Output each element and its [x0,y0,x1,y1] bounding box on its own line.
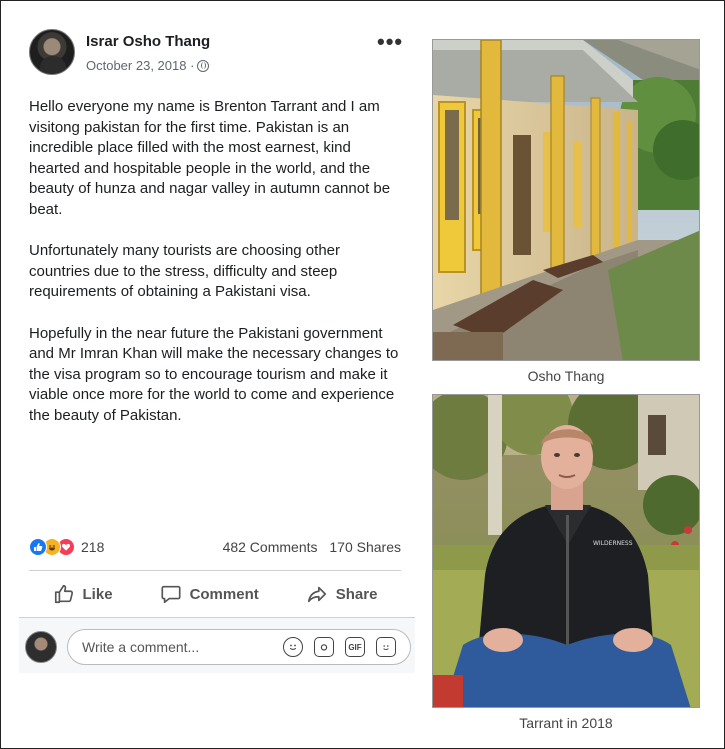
like-button[interactable]: Like [53,583,113,605]
globe-icon [197,59,210,72]
camera-icon[interactable] [314,637,334,657]
screenshot-frame: Israr Osho Thang October 23, 2018 · ••• … [0,0,725,749]
shares-count[interactable]: 170 Shares [329,539,401,555]
like-label: Like [82,585,113,603]
comment-label: Comment [189,585,259,603]
comment-input[interactable] [82,639,272,655]
portrait-illustration: WILDERNESS [433,395,699,707]
comment-bubble-icon [161,585,181,604]
svg-text:WILDERNESS: WILDERNESS [593,540,633,547]
post-paragraph: Hello everyone my name is Brenton Tarran… [29,98,391,218]
post-actions: Like Comment Share [29,574,401,614]
thumbs-up-icon [54,584,73,604]
more-options-button[interactable]: ••• [377,29,403,55]
emoji-icon[interactable] [283,637,303,657]
divider [29,570,401,571]
guesthouse-photo [432,39,700,361]
photo-caption: Osho Thang [527,368,605,384]
share-arrow-icon [307,586,326,603]
comment-composer: GIF [19,618,415,673]
sticker-icon[interactable] [376,637,396,657]
post-meta: October 23, 2018 · [86,58,210,73]
viewer-avatar[interactable] [25,631,57,663]
author-avatar[interactable] [29,29,75,75]
post-date[interactable]: October 23, 2018 · [86,58,194,73]
facebook-post: Israr Osho Thang October 23, 2018 · ••• … [19,21,415,673]
reaction-count: 218 [81,539,105,555]
guesthouse-illustration [433,40,699,360]
like-reaction-icon [29,538,47,556]
reactions-summary[interactable]: 218 [29,536,104,558]
comment-input-icons: GIF [283,637,396,657]
post-body: Hello everyone my name is Brenton Tarran… [29,97,404,447]
engagement-counts: 482 Comments 170 Shares [223,539,401,555]
comment-button[interactable]: Comment [160,583,259,605]
author-name[interactable]: Israr Osho Thang [86,33,210,50]
photo-caption: Tarrant in 2018 [519,715,613,731]
share-label: Share [335,585,378,603]
comment-input-wrapper[interactable]: GIF [67,629,411,665]
comments-count[interactable]: 482 Comments [223,539,318,555]
share-button[interactable]: Share [306,583,378,605]
gif-icon[interactable]: GIF [345,637,365,657]
portrait-photo: WILDERNESS [432,394,700,708]
post-paragraph: Hopefully in the near future the Pakista… [29,324,399,424]
post-paragraph: Unfortunately many tourists are choosing… [29,242,340,301]
